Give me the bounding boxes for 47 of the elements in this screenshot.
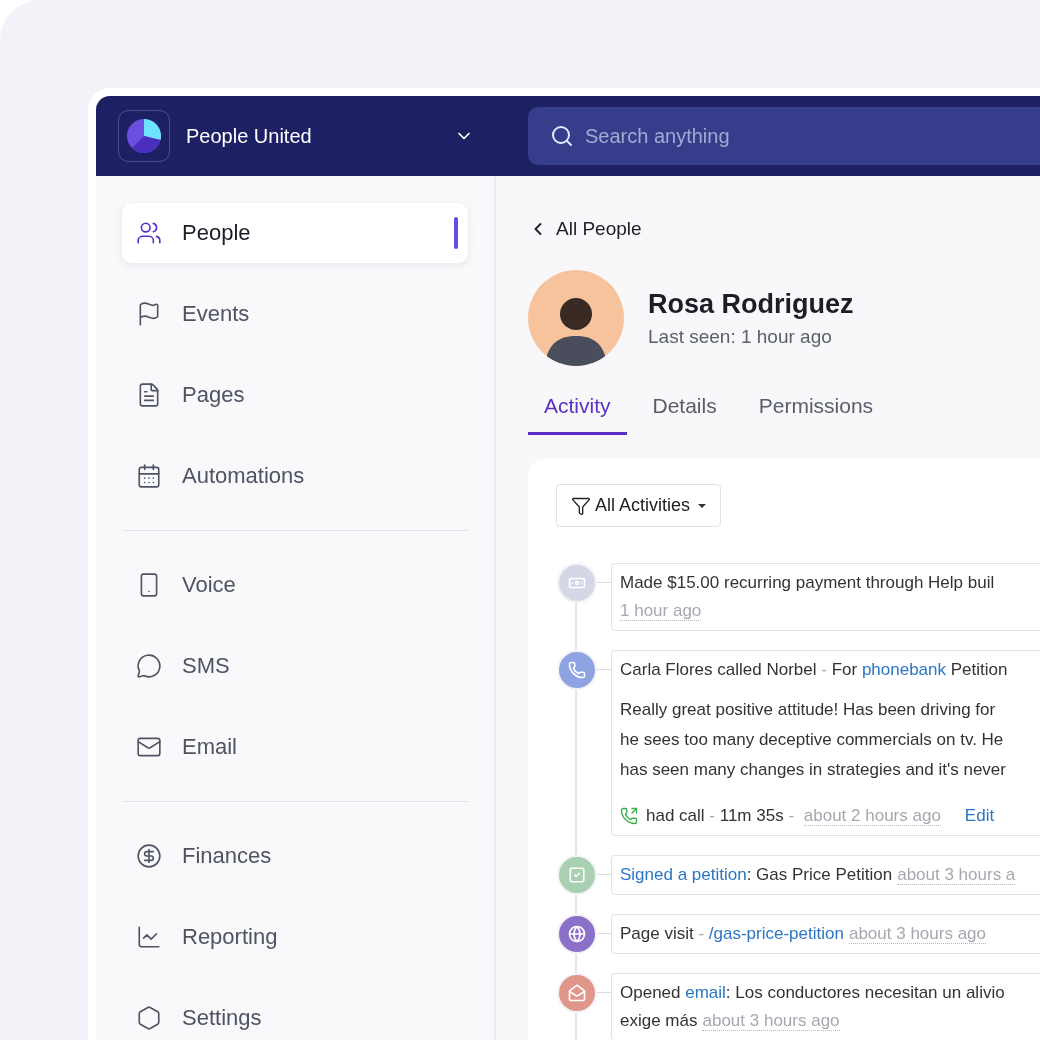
open-envelope-icon [568, 984, 586, 1002]
checkbox-icon [568, 866, 586, 884]
activity-text: Page visit - /gas-price-petition about 3 hours ago [620, 923, 987, 945]
last-seen-text: Last seen: 1 hour ago [648, 325, 833, 348]
filter-icon [571, 495, 591, 516]
sidebar-item[interactable]: Email [122, 717, 468, 777]
tab[interactable]: Permissions [742, 388, 890, 435]
activity-text: exige más about 3 hours ago [620, 1010, 841, 1032]
activity-text: Made $15.00 recurring payment through Help buil [620, 572, 996, 594]
edit-link[interactable]: Edit [964, 806, 995, 826]
sidebar-item[interactable]: Voice [122, 555, 468, 615]
link[interactable]: email [685, 983, 726, 1002]
tab[interactable]: Activity [528, 388, 627, 435]
tab[interactable]: Details [636, 388, 733, 435]
globe-icon [568, 925, 586, 943]
search-icon [550, 124, 574, 148]
activity-text: Opened email: Los conductores necesitan un alivio [620, 982, 1006, 1004]
sidebar-item[interactable]: Finances [122, 826, 468, 886]
sidebar-item[interactable]: Settings [122, 988, 468, 1040]
call-note: Really great positive attitude! Has been driving for he sees too many deceptive commercials on tv. He has seen many changes in strategies and it's never [620, 699, 1007, 781]
sidebar-item[interactable]: SMS [122, 636, 468, 696]
link[interactable]: Signed a petition [620, 865, 747, 884]
link[interactable]: /gas-price-petition [708, 924, 844, 943]
call-summary: had call - 11m 35s - about 2 hours ago [646, 805, 941, 827]
line-chart-icon [136, 924, 162, 950]
activity-text: Carla Flores called Norbel - For phonebank Petition [620, 659, 1009, 681]
sidebar-item[interactable]: People [122, 203, 468, 263]
sidebar-item[interactable]: Events [122, 284, 468, 344]
back-link[interactable]: All People [528, 218, 642, 240]
link[interactable]: phonebank [861, 660, 946, 679]
hexagon-icon [136, 1005, 162, 1031]
filter-dropdown[interactable]: All Activities [556, 484, 722, 527]
activity-text: Signed a petition: Gas Price Petition about 3 hours a [620, 864, 1017, 886]
calendar-icon [136, 463, 162, 489]
search-field[interactable]: Search anything [528, 107, 1040, 165]
logo-icon [118, 110, 170, 162]
people-icon [136, 220, 162, 246]
timestamp: 1 hour ago [620, 600, 703, 622]
dollar-icon [136, 843, 162, 869]
sidebar-item[interactable]: Reporting [122, 907, 468, 967]
outgoing-call-icon [620, 807, 638, 825]
sidebar-item[interactable]: Pages [122, 365, 468, 425]
sidebar-item[interactable]: Automations [122, 446, 468, 506]
chat-bubble-icon [136, 653, 162, 679]
phone-icon [568, 661, 586, 679]
person-name: Rosa Rodriguez [648, 288, 854, 320]
organization-name: People United [186, 124, 313, 148]
